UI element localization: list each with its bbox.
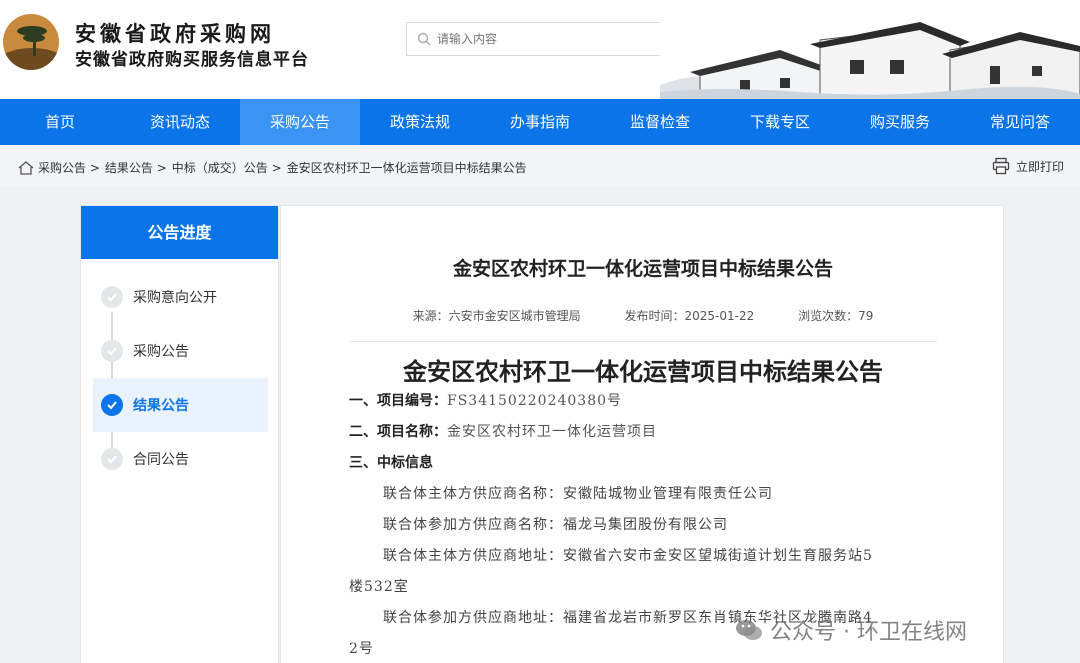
check-icon bbox=[101, 448, 123, 470]
nav-item-supervision[interactable]: 监督检查 bbox=[600, 99, 720, 145]
nav-item-guide[interactable]: 办事指南 bbox=[480, 99, 600, 145]
nav-item-downloads[interactable]: 下载专区 bbox=[720, 99, 840, 145]
printer-icon bbox=[992, 157, 1010, 175]
step-result-notice[interactable]: 结果公告 bbox=[93, 378, 268, 432]
step-intent-public[interactable]: 采购意向公开 bbox=[93, 270, 268, 324]
member-supplier-line: 联合体参加方供应商名称：福龙马集团股份有限公司 bbox=[383, 517, 728, 533]
nav-item-purchase-service[interactable]: 购买服务 bbox=[840, 99, 960, 145]
watermark-text: 公众号 · 环卫在线网 bbox=[770, 620, 967, 645]
breadcrumb-award-notice[interactable]: 中标（成交）公告 > bbox=[172, 159, 282, 176]
breadcrumb-current: 金安区农村环卫一体化运营项目中标结果公告 bbox=[286, 161, 527, 175]
article-source: 来源：六安市金安区城市管理局 bbox=[412, 309, 581, 323]
nav-item-home[interactable]: 首页 bbox=[0, 99, 120, 145]
notice-progress-sidebar: 公告进度 采购意向公开 采购公告 结果公告 合同公告 bbox=[80, 205, 279, 663]
project-name-label: 二、项目名称： bbox=[349, 424, 447, 440]
winner-info-label: 三、中标信息 bbox=[349, 455, 433, 471]
step-label: 采购意向公开 bbox=[133, 290, 217, 306]
main-nav: 首页 资讯动态 采购公告 政策法规 办事指南 监督检查 下载专区 购买服务 常见… bbox=[0, 99, 1080, 145]
site-header: 安徽省政府采购网 安徽省政府购买服务信息平台 搜索 bbox=[0, 0, 1080, 99]
lead-supplier-line: 联合体主体方供应商名称：安徽陆城物业管理有限责任公司 bbox=[383, 486, 773, 502]
print-label: 立即打印 bbox=[1015, 159, 1064, 174]
project-name-line: 二、项目名称：金安区农村环卫一体化运营项目 bbox=[349, 417, 939, 448]
step-contract-notice[interactable]: 合同公告 bbox=[93, 432, 268, 486]
wechat-icon bbox=[736, 620, 763, 640]
project-number-label: 一、项目编号： bbox=[349, 393, 447, 409]
check-icon bbox=[101, 286, 123, 308]
step-procurement-notice[interactable]: 采购公告 bbox=[93, 324, 268, 378]
watermark: 公众号 · 环卫在线网 bbox=[734, 614, 967, 646]
check-icon bbox=[101, 394, 123, 416]
breadcrumb-procurement-notice[interactable]: 采购公告 > bbox=[38, 159, 100, 176]
breadcrumb-result-notice[interactable]: 结果公告 > bbox=[105, 159, 167, 176]
step-label: 采购公告 bbox=[133, 344, 189, 360]
lead-address-line: 联合体主体方供应商地址：安徽省六安市金安区望城街道计划生育服务站5 bbox=[383, 548, 873, 564]
article-meta: 来源：六安市金安区城市管理局 发布时间：2025-01-22 浏览次数：79 bbox=[281, 307, 1003, 324]
breadcrumb-bar: 采购公告 > 结果公告 > 中标（成交）公告 > 金安区农村环卫一体化运营项目中… bbox=[0, 145, 1080, 187]
article-heading: 金安区农村环卫一体化运营项目中标结果公告 bbox=[403, 358, 883, 386]
lead-address-continued: 楼532室 bbox=[349, 579, 409, 595]
divider bbox=[349, 341, 937, 342]
project-name-value: 金安区农村环卫一体化运营项目 bbox=[447, 424, 657, 440]
nav-item-faq[interactable]: 常见问答 bbox=[960, 99, 1080, 145]
search-input[interactable] bbox=[437, 32, 697, 46]
winner-info-line: 三、中标信息 bbox=[349, 448, 939, 479]
breadcrumb: 采购公告 > 结果公告 > 中标（成交）公告 > 金安区农村环卫一体化运营项目中… bbox=[18, 159, 532, 176]
step-label: 合同公告 bbox=[133, 452, 189, 468]
article-panel: 金安区农村环卫一体化运营项目中标结果公告 来源：六安市金安区城市管理局 发布时间… bbox=[280, 205, 1004, 663]
project-number-value: FS34150220240380号 bbox=[447, 393, 623, 409]
search-icon bbox=[417, 32, 431, 46]
nav-item-procurement-notice[interactable]: 采购公告 bbox=[240, 99, 360, 145]
site-logo[interactable] bbox=[3, 14, 59, 70]
project-number-line: 一、项目编号：FS34150220240380号 bbox=[349, 386, 939, 417]
article-publish-time: 发布时间：2025-01-22 bbox=[624, 309, 755, 323]
article-title: 金安区农村环卫一体化运营项目中标结果公告 bbox=[452, 258, 833, 280]
nav-item-news[interactable]: 资讯动态 bbox=[120, 99, 240, 145]
step-label: 结果公告 bbox=[133, 398, 189, 414]
header-scenery-illustration bbox=[660, 0, 1080, 99]
sidebar-title: 公告进度 bbox=[81, 206, 278, 259]
site-subtitle: 安徽省政府购买服务信息平台 bbox=[75, 50, 309, 70]
article-views: 浏览次数：79 bbox=[798, 309, 874, 323]
home-icon[interactable] bbox=[18, 160, 34, 175]
check-icon bbox=[101, 340, 123, 362]
print-button[interactable]: 立即打印 bbox=[992, 157, 1064, 175]
main-area: 公告进度 采购意向公开 采购公告 结果公告 合同公告 金安区农村环卫一体化运营项… bbox=[0, 187, 1080, 663]
site-title: 安徽省政府采购网 bbox=[75, 21, 275, 46]
nav-item-policy[interactable]: 政策法规 bbox=[360, 99, 480, 145]
